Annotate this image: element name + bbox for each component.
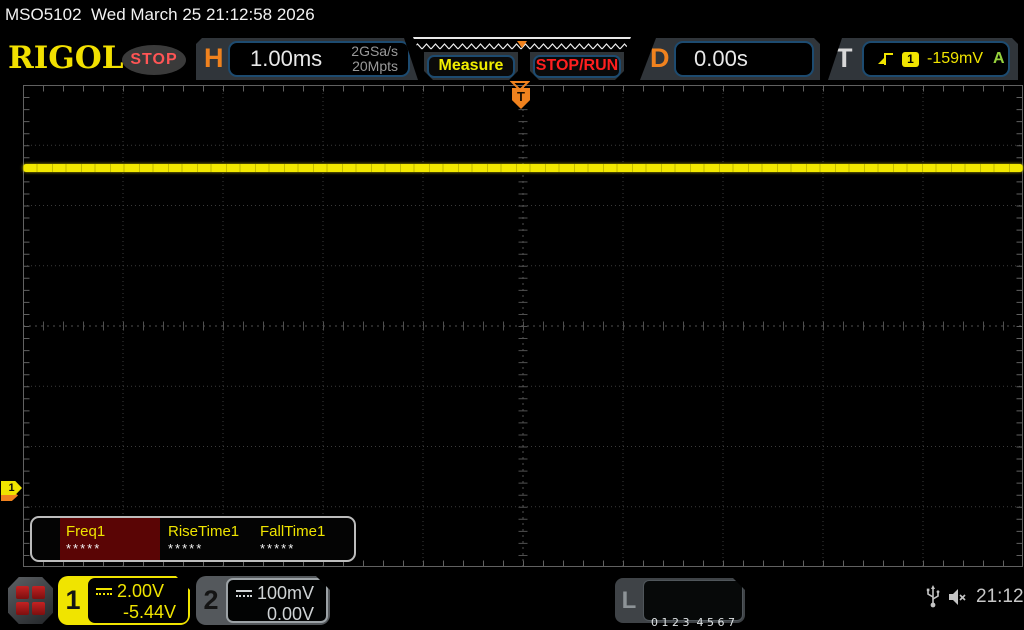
logic-label: L: [621, 586, 637, 614]
status-bar: MSO5102 Wed March 25 21:12:58 2026: [5, 5, 315, 25]
timebase-value: 1.00ms: [250, 46, 323, 71]
waveform-preview-icon: [413, 41, 631, 52]
channel2-offset: 0.00V: [266, 604, 314, 624]
measurement-value: *****: [168, 541, 204, 556]
trigger-edge-icon: [876, 51, 894, 67]
stop-run-button[interactable]: STOP/RUN: [530, 52, 624, 80]
model-name: MSO5102: [5, 5, 82, 24]
channel1-trace: [23, 164, 1023, 172]
channel1-ground-marker[interactable]: 1: [1, 481, 22, 495]
measurement-item-risetime1[interactable]: RiseTime1 *****: [162, 518, 254, 560]
measurement-label: RiseTime1: [168, 523, 240, 540]
channel1-scale: 2.00V: [117, 581, 165, 601]
graticule: [23, 85, 1023, 567]
dc-coupling-icon: [236, 590, 252, 597]
delay-value: 0.00s: [694, 46, 748, 71]
timebase-box[interactable]: 1.00ms 2GSa/s 20Mpts: [228, 41, 410, 77]
measurement-label: FallTime1: [260, 523, 326, 540]
trigger-box[interactable]: 1 -159mV A: [862, 41, 1010, 77]
trigger-label: T: [836, 43, 853, 73]
dc-coupling-icon: [96, 588, 112, 595]
measurement-value: *****: [260, 541, 296, 556]
channel2-status[interactable]: 2 100mV 0.00V: [196, 576, 330, 625]
channel1-status[interactable]: 1 2.00V -5.44V: [58, 576, 190, 625]
measurement-item-falltime1[interactable]: FallTime1 *****: [254, 518, 354, 560]
datetime: Wed March 25 21:12:58 2026: [91, 5, 315, 24]
logic-channels-status[interactable]: L 0 1 2 3 4 5 6 7 8 9 10 11 12 13 14 15: [615, 578, 745, 629]
trigger-source-badge: 1: [902, 52, 919, 67]
channel1-offset: -5.44V: [122, 602, 176, 622]
horizontal-label: H: [204, 43, 224, 73]
oscilloscope-screen: MSO5102 Wed March 25 21:12:58 2026 RIGOL…: [0, 0, 1024, 630]
trigger-settings[interactable]: T 1 -159mV A: [828, 38, 1018, 80]
measurement-panel[interactable]: Freq1 ***** RiseTime1 ***** FallTime1 **…: [30, 516, 356, 562]
menu-button[interactable]: [8, 577, 53, 624]
speaker-muted-icon[interactable]: [948, 587, 968, 607]
measurement-label: Freq1: [66, 523, 106, 540]
delay-box[interactable]: 0.00s: [674, 41, 814, 77]
run-state-badge: STOP: [122, 45, 186, 75]
channel1-number: 1: [65, 585, 81, 615]
sample-rate: 2GSa/s: [351, 43, 398, 59]
rigol-logo: RIGOL: [8, 40, 124, 76]
menu-grid-icon: [16, 586, 45, 615]
measure-button[interactable]: Measure: [424, 52, 518, 80]
delay-label: D: [650, 43, 670, 73]
trigger-mode: A: [993, 50, 1005, 67]
waveform-overview-strip[interactable]: [413, 37, 631, 52]
measure-button-label: Measure: [427, 55, 515, 78]
measurement-item-freq1[interactable]: Freq1 *****: [60, 518, 160, 560]
usb-icon: [926, 585, 940, 608]
channel2-number: 2: [203, 585, 219, 615]
trigger-level: -159mV: [927, 50, 984, 67]
delay-settings[interactable]: D 0.00s: [640, 38, 820, 80]
channel2-scale: 100mV: [257, 583, 315, 603]
measurement-value: *****: [66, 541, 102, 556]
grid-lines: [23, 85, 1023, 567]
logic-row-0-7: 0 1 2 3 4 5 6 7: [651, 616, 735, 629]
memory-depth: 20Mpts: [352, 58, 398, 74]
horizontal-settings[interactable]: H 1.00ms 2GSa/s 20Mpts: [196, 38, 418, 80]
stop-run-button-label: STOP/RUN: [533, 55, 621, 78]
clock: 21:12: [976, 586, 1024, 607]
